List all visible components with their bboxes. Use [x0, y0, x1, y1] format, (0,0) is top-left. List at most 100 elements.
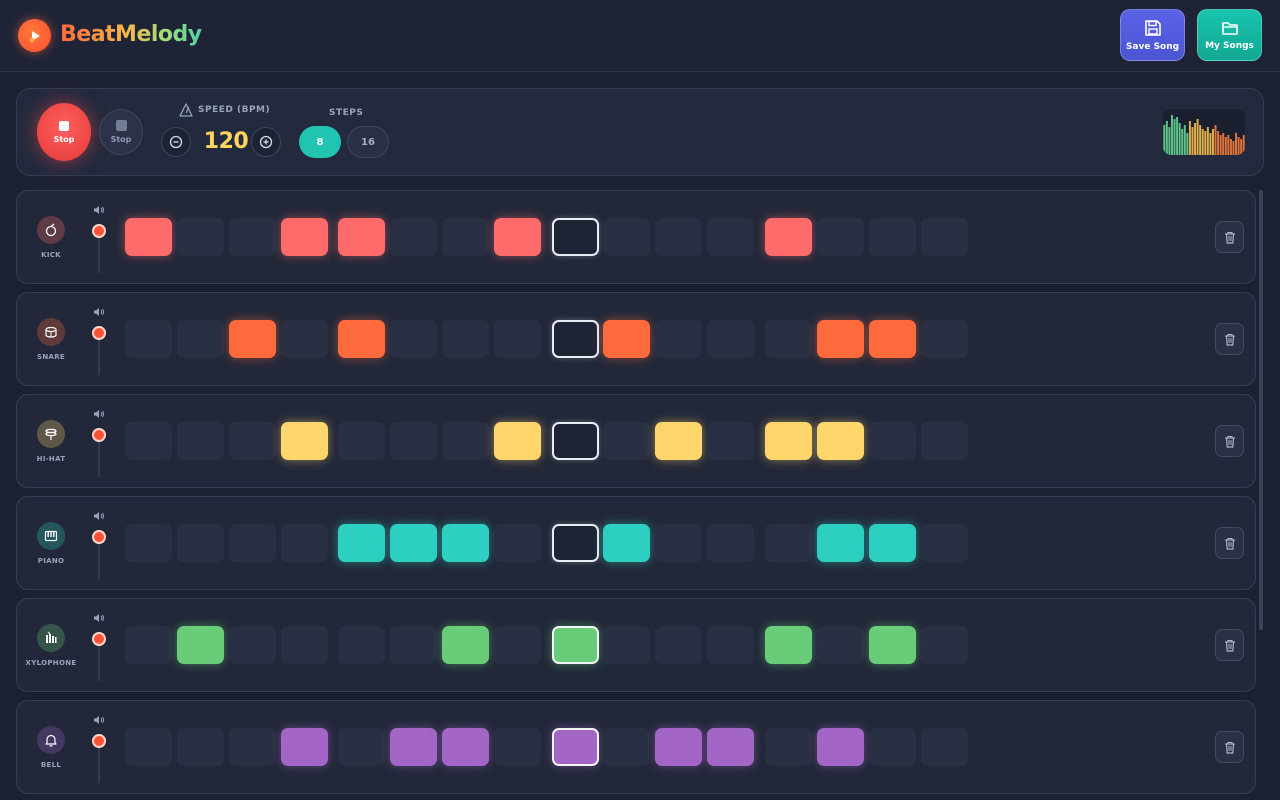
step-cell[interactable] — [494, 626, 541, 664]
kick-drum-icon[interactable] — [37, 216, 65, 244]
stop-button[interactable]: Stop — [99, 109, 143, 155]
step-cell[interactable] — [390, 524, 437, 562]
step-cell[interactable] — [921, 422, 968, 460]
step-cell[interactable] — [869, 524, 916, 562]
volume-slider-track[interactable] — [98, 539, 100, 579]
step-cell[interactable] — [125, 626, 172, 664]
step-cell[interactable] — [390, 422, 437, 460]
step-cell[interactable] — [921, 626, 968, 664]
step-cell[interactable] — [494, 320, 541, 358]
step-cell[interactable] — [338, 320, 385, 358]
step-cell[interactable] — [390, 320, 437, 358]
step-cell[interactable] — [603, 320, 650, 358]
step-cell[interactable] — [817, 524, 864, 562]
volume-slider-track[interactable] — [98, 335, 100, 375]
step-cell[interactable] — [442, 524, 489, 562]
steps-8-button[interactable]: 8 — [299, 126, 341, 158]
step-cell[interactable] — [338, 218, 385, 256]
step-cell[interactable] — [603, 422, 650, 460]
step-cell[interactable] — [177, 626, 224, 664]
step-cell[interactable] — [765, 218, 812, 256]
step-cell[interactable] — [869, 626, 916, 664]
step-cell[interactable] — [817, 728, 864, 766]
step-cell[interactable] — [869, 728, 916, 766]
step-cell[interactable] — [177, 728, 224, 766]
volume-slider-handle[interactable] — [92, 632, 106, 646]
step-cell[interactable] — [921, 218, 968, 256]
my-songs-button[interactable]: My Songs — [1197, 9, 1262, 61]
step-cell[interactable] — [338, 728, 385, 766]
piano-icon[interactable] — [37, 522, 65, 550]
step-cell[interactable] — [655, 218, 702, 256]
step-cell[interactable] — [338, 422, 385, 460]
volume-slider-track[interactable] — [98, 743, 100, 783]
step-cell[interactable] — [229, 422, 276, 460]
delete-track-button[interactable] — [1215, 221, 1244, 253]
step-cell[interactable] — [177, 218, 224, 256]
step-cell[interactable] — [603, 626, 650, 664]
step-cell[interactable] — [765, 320, 812, 358]
step-cell[interactable] — [817, 422, 864, 460]
step-cell[interactable] — [338, 524, 385, 562]
step-cell[interactable] — [707, 218, 754, 256]
step-cell[interactable] — [552, 626, 599, 664]
steps-16-button[interactable]: 16 — [347, 126, 389, 158]
step-cell[interactable] — [442, 320, 489, 358]
step-cell[interactable] — [494, 422, 541, 460]
step-cell[interactable] — [281, 626, 328, 664]
step-cell[interactable] — [707, 422, 754, 460]
delete-track-button[interactable] — [1215, 629, 1244, 661]
step-cell[interactable] — [707, 728, 754, 766]
step-cell[interactable] — [442, 218, 489, 256]
step-cell[interactable] — [125, 422, 172, 460]
step-cell[interactable] — [281, 728, 328, 766]
step-cell[interactable] — [707, 524, 754, 562]
step-cell[interactable] — [869, 218, 916, 256]
step-cell[interactable] — [707, 626, 754, 664]
step-cell[interactable] — [552, 320, 599, 358]
step-cell[interactable] — [281, 422, 328, 460]
delete-track-button[interactable] — [1215, 425, 1244, 457]
play-stop-button[interactable]: Stop — [37, 103, 91, 161]
step-cell[interactable] — [442, 728, 489, 766]
step-cell[interactable] — [281, 524, 328, 562]
step-cell[interactable] — [655, 728, 702, 766]
step-cell[interactable] — [390, 218, 437, 256]
step-cell[interactable] — [494, 524, 541, 562]
volume-slider-handle[interactable] — [92, 326, 106, 340]
step-cell[interactable] — [390, 626, 437, 664]
step-cell[interactable] — [552, 728, 599, 766]
step-cell[interactable] — [921, 320, 968, 358]
volume-slider-handle[interactable] — [92, 530, 106, 544]
step-cell[interactable] — [390, 728, 437, 766]
tracks-scrollbar[interactable] — [1259, 190, 1263, 630]
volume-slider-handle[interactable] — [92, 734, 106, 748]
step-cell[interactable] — [177, 524, 224, 562]
step-cell[interactable] — [869, 320, 916, 358]
step-cell[interactable] — [281, 218, 328, 256]
step-cell[interactable] — [442, 626, 489, 664]
step-cell[interactable] — [655, 626, 702, 664]
bell-icon[interactable] — [37, 726, 65, 754]
volume-slider-track[interactable] — [98, 641, 100, 681]
step-cell[interactable] — [125, 218, 172, 256]
decrease-bpm-button[interactable] — [161, 127, 191, 157]
step-cell[interactable] — [229, 320, 276, 358]
step-cell[interactable] — [552, 524, 599, 562]
step-cell[interactable] — [338, 626, 385, 664]
volume-slider-track[interactable] — [98, 233, 100, 273]
step-cell[interactable] — [177, 422, 224, 460]
step-cell[interactable] — [765, 422, 812, 460]
step-cell[interactable] — [229, 524, 276, 562]
step-cell[interactable] — [177, 320, 224, 358]
step-cell[interactable] — [765, 728, 812, 766]
step-cell[interactable] — [817, 626, 864, 664]
delete-track-button[interactable] — [1215, 731, 1244, 763]
step-cell[interactable] — [125, 728, 172, 766]
step-cell[interactable] — [494, 218, 541, 256]
volume-slider-handle[interactable] — [92, 224, 106, 238]
step-cell[interactable] — [655, 320, 702, 358]
step-cell[interactable] — [494, 728, 541, 766]
step-cell[interactable] — [921, 524, 968, 562]
step-cell[interactable] — [707, 320, 754, 358]
